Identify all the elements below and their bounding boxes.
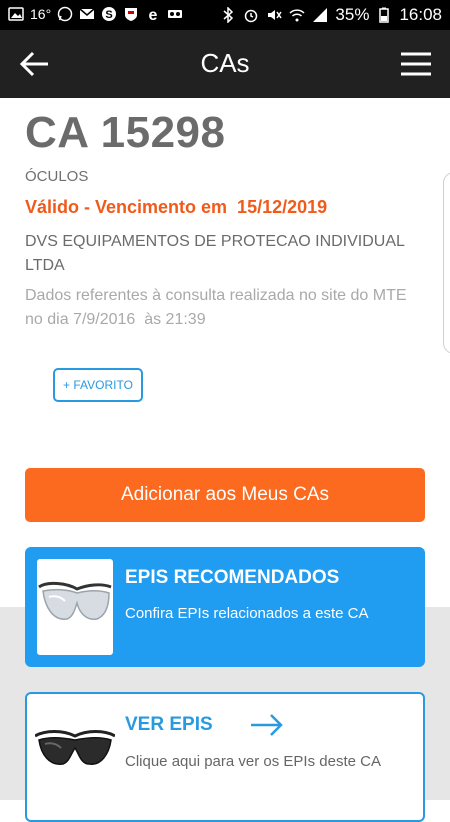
view-epis-title: VER EPIS xyxy=(125,714,213,735)
battery-text: 35% xyxy=(335,5,370,24)
clock-text: 16:08 xyxy=(399,5,442,24)
svg-text:S: S xyxy=(106,9,113,21)
edge-icon: e xyxy=(149,7,158,22)
signal-icon xyxy=(313,8,328,22)
clear-safety-glasses-icon xyxy=(38,581,112,620)
hamburger-menu-icon[interactable] xyxy=(400,50,432,78)
svg-text:e: e xyxy=(149,7,158,22)
recommended-subtitle: Confira EPIs relacionados a este CA xyxy=(125,605,369,622)
bluetooth-icon xyxy=(223,7,234,23)
battery-icon xyxy=(379,7,390,23)
favorite-button[interactable]: + FAVORITO xyxy=(53,368,143,402)
ca-number-title: CA 15298 xyxy=(25,108,226,157)
alarm-icon xyxy=(245,9,258,23)
whatsapp-icon xyxy=(57,6,73,22)
page-title: CAs xyxy=(200,48,250,78)
skype-icon: S xyxy=(102,7,117,21)
mute-icon xyxy=(268,10,283,20)
glasses-thumbnail xyxy=(37,559,113,655)
app-bar: CAs xyxy=(0,30,450,98)
validity-status: Válido - Vencimento em 15/12/2019 xyxy=(25,197,328,217)
ca-category: ÓCULOS xyxy=(25,168,89,185)
recommended-epis-card[interactable]: EPIS RECOMENDADOS Confira EPIs relaciona… xyxy=(25,547,425,667)
side-panel-edge[interactable] xyxy=(443,172,450,354)
status-left: 16° S e xyxy=(8,6,183,22)
shield-app-icon xyxy=(125,8,138,21)
gmail-icon xyxy=(79,8,95,19)
view-epis-card[interactable]: VER EPIS Clique aqui para ver os EPIs de… xyxy=(25,692,425,822)
status-right: 35% 16:08 xyxy=(220,5,442,25)
arrow-right-icon xyxy=(251,714,283,736)
wifi-icon xyxy=(289,9,305,22)
voicemail-icon xyxy=(168,10,183,18)
dark-safety-glasses-icon xyxy=(35,730,115,765)
status-bar: 16° S e 35% 16:08 xyxy=(0,0,450,30)
manufacturer-name: DVS EQUIPAMENTOS DE PROTECAO INDIVIDUAL … xyxy=(25,233,405,274)
add-to-my-cas-button[interactable]: Adicionar aos Meus CAs xyxy=(25,468,425,522)
consult-note: Dados referentes à consulta realizada no… xyxy=(25,287,411,328)
recommended-title: EPIS RECOMENDADOS xyxy=(125,567,340,588)
temperature-text: 16° xyxy=(30,6,52,22)
view-epis-subtitle: Clique aqui para ver os EPIs deste CA xyxy=(125,753,381,770)
image-icon xyxy=(8,7,24,21)
